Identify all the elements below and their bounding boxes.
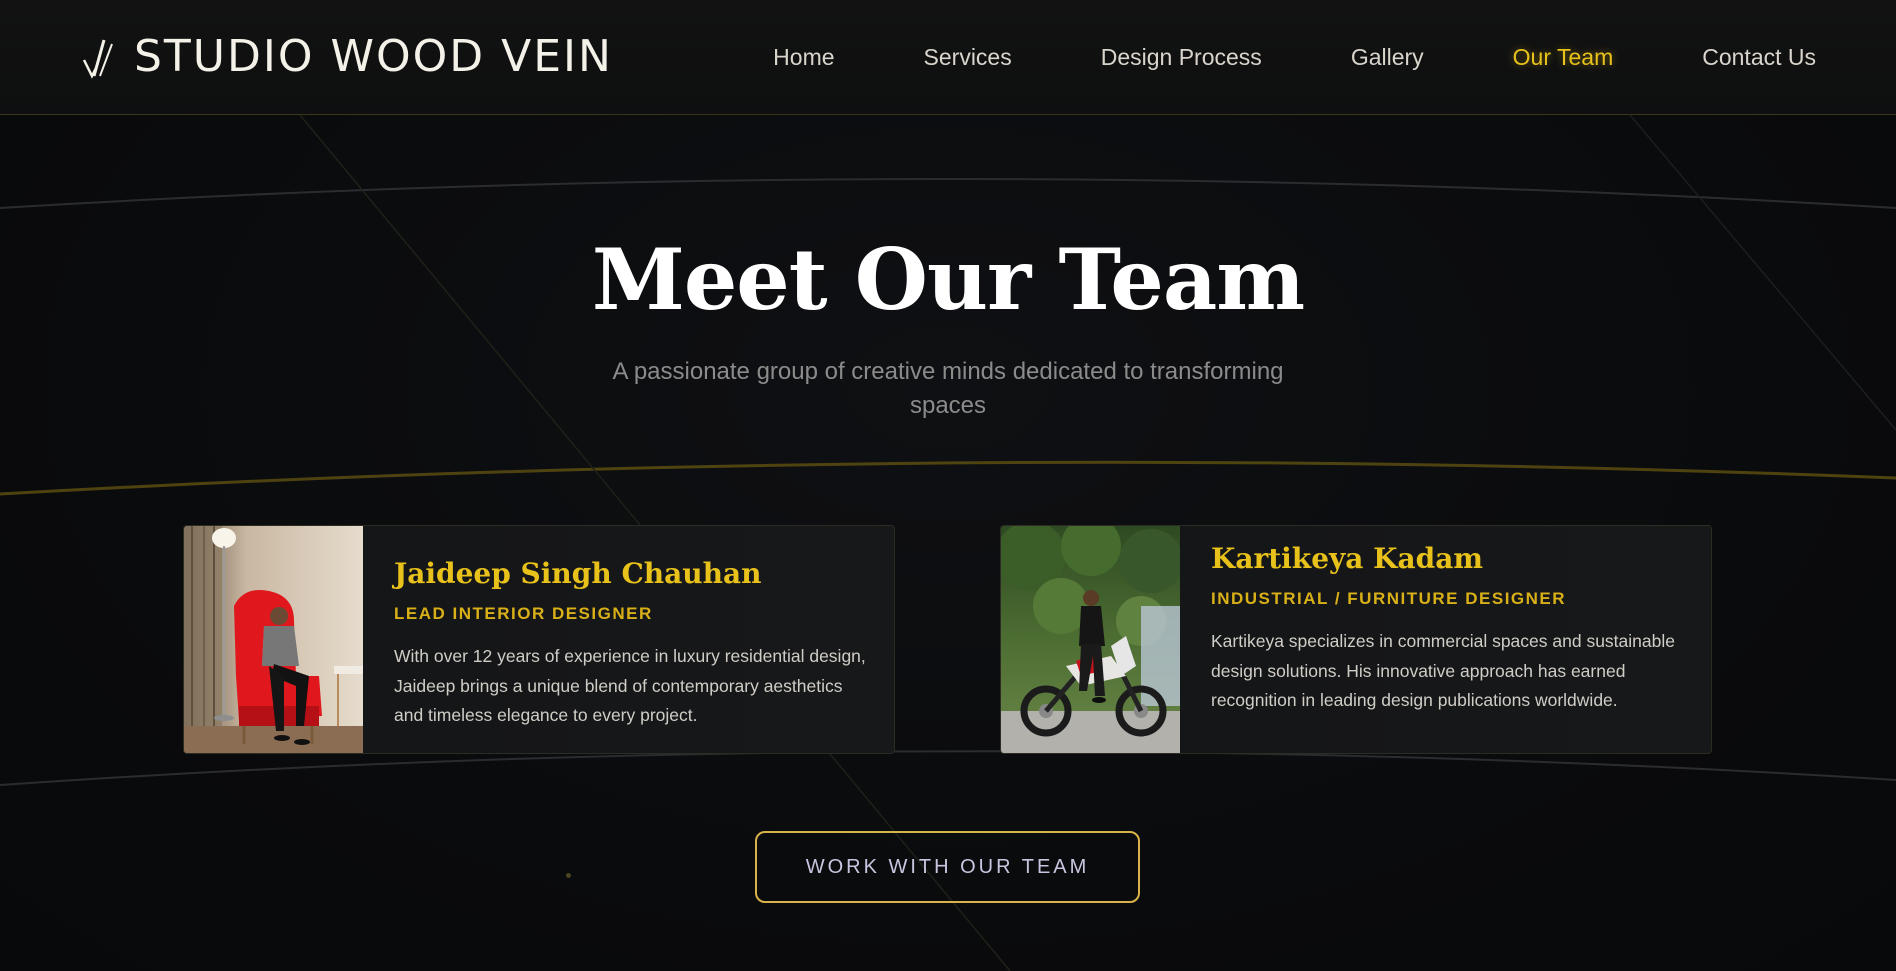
nav-design-process[interactable]: Design Process	[1101, 44, 1262, 71]
site-header: STUDIO WOOD VEIN Home Services Design Pr…	[0, 0, 1896, 115]
team-card-jaideep: Jaideep Singh Chauhan LEAD INTERIOR DESI…	[183, 525, 895, 754]
brand-name: STUDIO WOOD VEIN	[134, 30, 613, 82]
member-bio: With over 12 years of experience in luxu…	[394, 646, 866, 726]
member-name: Jaideep Singh Chauhan	[394, 557, 762, 590]
page: STUDIO WOOD VEIN Home Services Design Pr…	[0, 0, 1896, 971]
decorative-dot	[566, 873, 571, 878]
team-card-kartikeya: Kartikeya Kadam INDUSTRIAL / FURNITURE D…	[1000, 525, 1712, 754]
team-card-body: Kartikeya Kadam INDUSTRIAL / FURNITURE D…	[1211, 541, 1691, 716]
man-in-red-armchair-photo	[184, 526, 363, 753]
member-name: Kartikeya Kadam	[1211, 542, 1484, 575]
work-with-our-team-button[interactable]: WORK WITH OUR TEAM	[755, 831, 1140, 903]
brand-logo[interactable]: STUDIO WOOD VEIN	[82, 28, 613, 84]
page-title: Meet Our Team	[591, 230, 1305, 329]
main-nav: Home Services Design Process Gallery Our…	[684, 0, 1816, 115]
man-on-motorcycle-photo	[1001, 526, 1180, 753]
nav-home[interactable]: Home	[773, 44, 834, 71]
team-card-body: Jaideep Singh Chauhan LEAD INTERIOR DESI…	[394, 556, 874, 731]
sv-monogram-icon	[82, 39, 113, 79]
nav-services[interactable]: Services	[924, 44, 1012, 71]
nav-gallery[interactable]: Gallery	[1351, 44, 1424, 71]
nav-our-team[interactable]: Our Team	[1513, 44, 1614, 71]
member-role: LEAD INTERIOR DESIGNER	[394, 604, 653, 624]
background-decoration	[0, 114, 1896, 971]
member-bio: Kartikeya specializes in commercial spac…	[1211, 631, 1675, 711]
member-role: INDUSTRIAL / FURNITURE DESIGNER	[1211, 589, 1567, 609]
nav-contact-us[interactable]: Contact Us	[1702, 44, 1816, 71]
page-subtitle: A passionate group of creative minds ded…	[612, 358, 1284, 419]
